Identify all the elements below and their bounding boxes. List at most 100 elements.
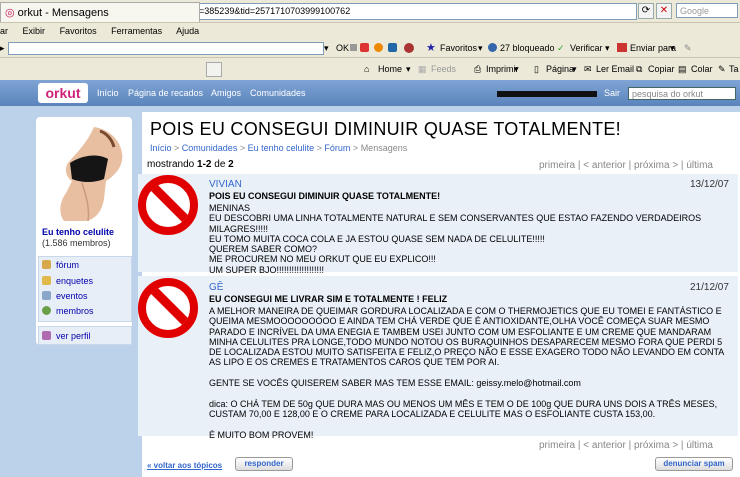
toolbar-icon[interactable] — [404, 43, 414, 53]
home-button[interactable]: Home — [378, 58, 402, 80]
stop-icon[interactable]: ✕ — [656, 3, 672, 19]
paste-icon[interactable]: ▤ — [678, 58, 687, 80]
breadcrumb-forum[interactable]: Fórum — [324, 143, 350, 153]
toolbar-icon[interactable] — [350, 44, 357, 51]
ok-button[interactable]: OK — [336, 39, 349, 57]
pager-prev[interactable]: < anterior — [583, 440, 626, 451]
page-button[interactable]: Página — [546, 58, 574, 80]
menu-view[interactable]: Exibir — [23, 26, 46, 36]
home-icon[interactable]: ⌂ — [364, 58, 369, 80]
pager-next[interactable]: próxima > — [634, 160, 678, 171]
nav-home[interactable]: Início — [97, 88, 119, 98]
dropdown-icon[interactable]: ▾ — [324, 39, 329, 57]
polls-icon — [42, 276, 51, 285]
spellcheck-icon[interactable]: ✓ — [557, 39, 565, 57]
breadcrumb: Início > Comunidades > Eu tenho celulite… — [150, 143, 408, 153]
sidebar-item-label: membros — [56, 306, 94, 316]
post-date: 21/12/07 — [690, 282, 729, 293]
more-icon[interactable]: ✎ — [718, 58, 726, 80]
copy-icon[interactable]: ⧉ — [636, 58, 642, 80]
page-icon[interactable]: ▯ — [534, 58, 539, 80]
breadcrumb-communities[interactable]: Comunidades — [182, 143, 238, 153]
showing-total: 2 — [228, 159, 234, 170]
pager-first[interactable]: primeira — [539, 440, 575, 451]
dropdown-icon[interactable]: ▾ — [572, 58, 577, 80]
tab-orkut-messages[interactable]: ◎ orkut - Mensagens — [0, 2, 200, 22]
dropdown-icon[interactable]: ▾ — [670, 39, 675, 57]
breadcrumb-home[interactable]: Início — [150, 143, 172, 153]
showing-range: 1-2 — [197, 159, 212, 170]
post-author[interactable]: GÊ — [209, 282, 223, 293]
browser-search-input[interactable]: Google — [676, 3, 738, 18]
favorites-button[interactable]: Favoritos — [440, 39, 477, 57]
toolbar: ▸ ▾ OK ★ Favoritos ▾ 27 bloqueado ✓ Veri… — [0, 39, 740, 58]
report-spam-button[interactable]: denunciar spam — [655, 457, 733, 471]
pager-first[interactable]: primeira — [539, 160, 575, 171]
nav-communities[interactable]: Comunidades — [250, 88, 306, 98]
community-photo[interactable] — [42, 123, 128, 223]
pager-last[interactable]: última — [686, 160, 713, 171]
favorites-star-icon[interactable]: ★ — [426, 39, 436, 57]
reply-button[interactable]: responder — [235, 457, 293, 471]
dropdown-icon[interactable]: ▾ — [478, 39, 483, 57]
toolbar-icon[interactable] — [360, 43, 369, 52]
profile-icon — [42, 331, 51, 340]
feeds-icon[interactable]: ▦ — [418, 58, 427, 80]
sidebar-item-polls[interactable]: enquetes — [42, 276, 93, 286]
mail-icon[interactable]: ✉ — [584, 58, 592, 80]
settings-icon[interactable]: ✎ — [684, 39, 692, 57]
pager-last[interactable]: última — [686, 440, 713, 451]
popup-blocker-icon[interactable] — [488, 43, 497, 52]
members-icon — [42, 306, 51, 315]
collapse-arrow-icon[interactable]: ▸ — [0, 39, 5, 57]
view-profile-label: ver perfil — [56, 331, 91, 341]
print-icon[interactable]: ⎙ — [474, 58, 481, 80]
back-to-topics-link[interactable]: « voltar aos tópicos — [147, 461, 222, 470]
nav-friends[interactable]: Amigos — [211, 88, 241, 98]
more-button[interactable]: Ta — [729, 58, 739, 80]
menu-help[interactable]: Ajuda — [176, 26, 199, 36]
feeds-button[interactable]: Feeds — [431, 58, 456, 80]
showing-of: de — [214, 159, 226, 170]
post-subject: POIS EU CONSEGUI DIMINUIR QUASE TOTALMEN… — [209, 191, 441, 201]
sidebar-item-forum[interactable]: fórum — [42, 260, 79, 270]
dropdown-icon[interactable]: ▾ — [605, 39, 610, 57]
read-email-button[interactable]: Ler Email — [596, 58, 634, 80]
sidebar-item-members[interactable]: membros — [42, 306, 94, 316]
pager-next[interactable]: próxima > — [634, 440, 678, 451]
post-subject: EU CONSEGUI ME LIVRAR SIM E TOTALMENTE !… — [209, 294, 448, 304]
menu-favorites[interactable]: Favoritos — [60, 26, 97, 36]
toolbar-icon[interactable] — [388, 43, 397, 52]
verify-button[interactable]: Verificar — [570, 39, 603, 57]
community-name[interactable]: Eu tenho celulite — [42, 227, 114, 237]
menu-tools[interactable]: Ferramentas — [111, 26, 162, 36]
sidebar-item-label: eventos — [56, 291, 88, 301]
sidebar-item-events[interactable]: eventos — [42, 291, 88, 301]
pager-prev[interactable]: < anterior — [583, 160, 626, 171]
dropdown-icon[interactable]: ▾ — [514, 58, 519, 80]
menu-edit[interactable]: ar — [0, 26, 8, 36]
paste-button[interactable]: Colar — [691, 58, 713, 80]
toolbar-search-field[interactable] — [8, 42, 324, 55]
toolbar-icon[interactable] — [374, 43, 383, 52]
orkut-logo[interactable]: orkut — [38, 83, 88, 103]
signout-link[interactable]: Sair — [604, 88, 620, 98]
dropdown-icon[interactable]: ▾ — [406, 58, 411, 80]
nav-scrapbook[interactable]: Página de recados — [128, 88, 203, 98]
prohibited-icon[interactable] — [138, 175, 198, 235]
command-bar: ⌂ Home ▾ ▦ Feeds ⎙ Imprimir ▾ ▯ Página ▾… — [0, 58, 740, 80]
orkut-tab-icon: ◎ — [5, 7, 18, 19]
showing-label: mostrando — [147, 159, 195, 170]
refresh-icon[interactable]: ⟳ — [638, 3, 654, 19]
post-author[interactable]: VIVIAN — [209, 179, 242, 190]
result-count: mostrando 1-2 de 2 — [147, 159, 234, 170]
orkut-search-input[interactable]: pesquisa do orkut — [628, 87, 736, 100]
tab-title: orkut - Mensagens — [17, 7, 109, 19]
send-to-icon[interactable] — [617, 43, 627, 52]
prohibited-icon[interactable] — [138, 278, 198, 338]
view-profile-link[interactable]: ver perfil — [42, 331, 91, 341]
copy-button[interactable]: Copiar — [648, 58, 675, 80]
member-count: (1.586 membros) — [42, 238, 111, 248]
blocked-count[interactable]: 27 bloqueado — [500, 39, 555, 57]
breadcrumb-community[interactable]: Eu tenho celulite — [248, 143, 315, 153]
